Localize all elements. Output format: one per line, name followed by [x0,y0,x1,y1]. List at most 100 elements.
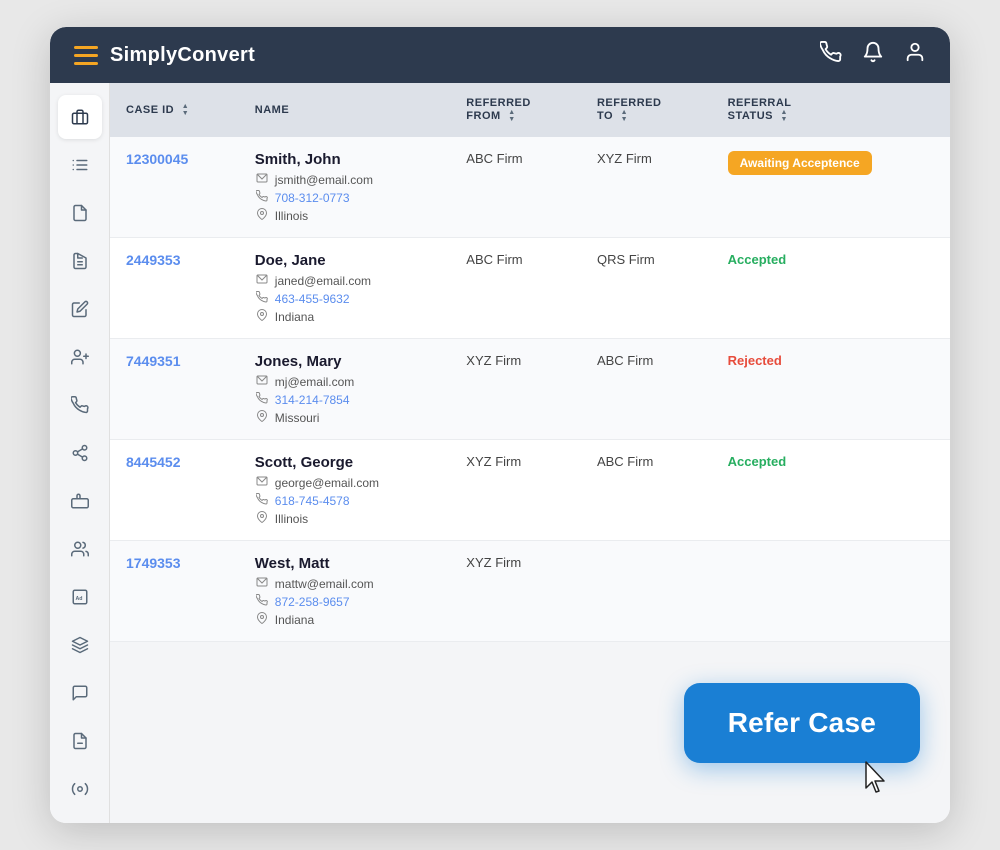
cell-referred-to: XYZ Firm [581,137,712,238]
sidebar-item-briefcase[interactable] [58,95,102,139]
sidebar-item-document[interactable] [58,191,102,235]
location-text: Indiana [275,613,314,627]
phone-row: 872-258-9657 [255,594,435,609]
sidebar-item-edit[interactable] [58,287,102,331]
email-row: george@email.com [255,475,435,490]
phone-icon [255,291,269,306]
client-name: West, Matt [255,555,435,572]
email-row: mj@email.com [255,374,435,389]
col-header-case-id[interactable]: CASE ID ▲▼ [110,83,239,137]
location-row: Illinois [255,208,435,223]
sort-referred-from[interactable]: ▲▼ [508,109,515,123]
menu-icon[interactable] [74,46,98,65]
cell-name: Scott, George george@email.com 618-745-4… [239,440,451,541]
sidebar-item-document2[interactable] [58,239,102,283]
refer-case-button[interactable]: Refer Case [684,683,920,763]
case-id-link[interactable]: 7449351 [126,353,181,369]
cell-name: Jones, Mary mj@email.com 314-214-7854 Mi… [239,339,451,440]
status-text: Rejected [728,353,782,368]
sort-case-id[interactable]: ▲▼ [182,103,189,117]
case-id-link[interactable]: 12300045 [126,151,188,167]
phone-icon [255,392,269,407]
email-icon [255,172,269,187]
cell-case-id[interactable]: 7449351 [110,339,239,440]
sidebar-item-chat[interactable] [58,671,102,715]
user-icon[interactable] [904,41,926,69]
location-text: Missouri [275,411,320,425]
sidebar-item-settings[interactable] [58,767,102,811]
contact-info: janed@email.com 463-455-9632 Indiana [255,273,435,324]
table-row: 12300045 Smith, John jsmith@email.com 70… [110,137,950,238]
case-id-link[interactable]: 2449353 [126,252,181,268]
phone-link[interactable]: 708-312-0773 [275,191,350,205]
sidebar-item-suitcase[interactable] [58,479,102,523]
status-badge: Awaiting Acceptence [728,151,872,175]
table-row: 1749353 West, Matt mattw@email.com 872-2… [110,541,950,642]
phone-icon [255,594,269,609]
sidebar-item-ad[interactable]: Ad [58,575,102,619]
cell-status: Rejected [712,339,950,440]
location-icon [255,612,269,627]
sidebar-item-group[interactable] [58,527,102,571]
contact-info: mattw@email.com 872-258-9657 Indiana [255,576,435,627]
referred-to-text: QRS Firm [597,252,655,267]
sidebar-item-share[interactable] [58,431,102,475]
cell-name: Doe, Jane janed@email.com 463-455-9632 I… [239,238,451,339]
cell-case-id[interactable]: 12300045 [110,137,239,238]
col-header-referred-from[interactable]: REFERREDFROM ▲▼ [450,83,581,137]
location-icon [255,208,269,223]
col-header-referred-to[interactable]: REFERREDTO ▲▼ [581,83,712,137]
bell-icon[interactable] [862,41,884,69]
location-row: Illinois [255,511,435,526]
status-text: Accepted [728,252,787,267]
col-header-status[interactable]: REFERRALSTATUS ▲▼ [712,83,950,137]
sidebar-item-filter[interactable] [58,143,102,187]
cell-name: West, Matt mattw@email.com 872-258-9657 … [239,541,451,642]
referred-from-text: XYZ Firm [466,454,521,469]
table-row: 2449353 Doe, Jane janed@email.com 463-45… [110,238,950,339]
cell-status: Accepted [712,440,950,541]
cell-referred-to: ABC Firm [581,440,712,541]
case-id-link[interactable]: 8445452 [126,454,181,470]
referred-to-text: XYZ Firm [597,151,652,166]
sidebar-item-phone[interactable] [58,383,102,427]
sort-status[interactable]: ▲▼ [781,109,788,123]
phone-link[interactable]: 463-455-9632 [275,292,350,306]
location-text: Illinois [275,512,308,526]
phone-link[interactable]: 618-745-4578 [275,494,350,508]
email-text: mj@email.com [275,375,355,389]
cell-case-id[interactable]: 8445452 [110,440,239,541]
email-icon [255,374,269,389]
header-left: SimplyConvert [74,44,255,67]
col-header-name: NAME [239,83,451,137]
sidebar-item-layers[interactable] [58,623,102,667]
cell-referred-from: XYZ Firm [450,339,581,440]
phone-row: 463-455-9632 [255,291,435,306]
phone-link[interactable]: 872-258-9657 [275,595,350,609]
cell-name: Smith, John jsmith@email.com 708-312-077… [239,137,451,238]
sidebar-item-add-user[interactable] [58,335,102,379]
svg-text:Ad: Ad [75,596,82,602]
sidebar-item-report[interactable] [58,719,102,763]
cell-referred-from: ABC Firm [450,137,581,238]
cell-case-id[interactable]: 1749353 [110,541,239,642]
header-right [820,41,926,69]
phone-icon[interactable] [820,41,842,69]
email-icon [255,475,269,490]
sort-referred-to[interactable]: ▲▼ [621,109,628,123]
table-row: 7449351 Jones, Mary mj@email.com 314-214… [110,339,950,440]
cell-status: Awaiting Acceptence [712,137,950,238]
email-row: jsmith@email.com [255,172,435,187]
phone-link[interactable]: 314-214-7854 [275,393,350,407]
contact-info: mj@email.com 314-214-7854 Missouri [255,374,435,425]
phone-icon [255,190,269,205]
cell-referred-from: XYZ Firm [450,541,581,642]
cell-case-id[interactable]: 2449353 [110,238,239,339]
email-icon [255,273,269,288]
case-id-link[interactable]: 1749353 [126,555,181,571]
location-text: Indiana [275,310,314,324]
phone-row: 708-312-0773 [255,190,435,205]
client-name: Jones, Mary [255,353,435,370]
cell-referred-to: QRS Firm [581,238,712,339]
email-text: janed@email.com [275,274,371,288]
